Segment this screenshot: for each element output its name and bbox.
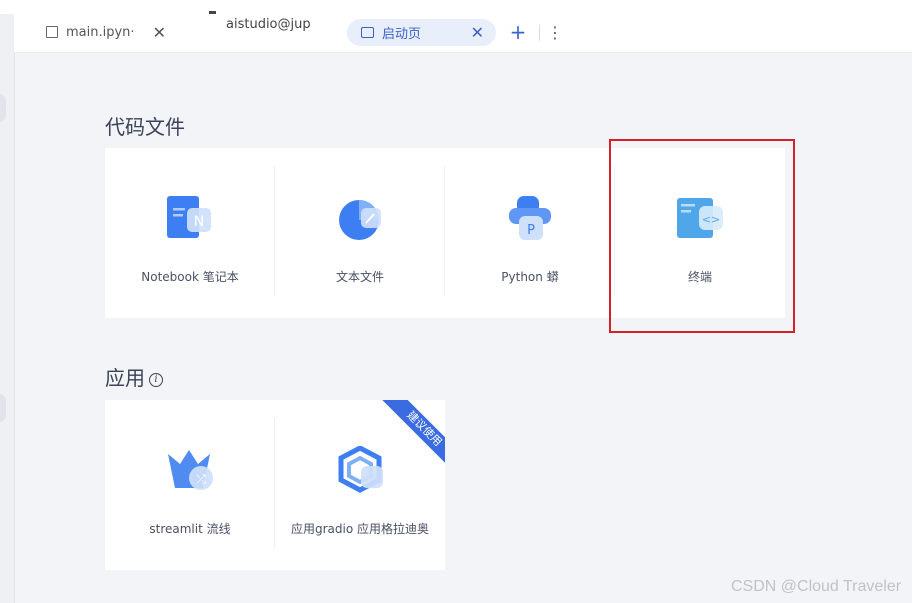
recommended-ribbon: 建议使用 (375, 400, 445, 470)
item-label: Notebook 笔记本 (141, 270, 239, 284)
apps-card: ⤮ streamlit 流线 应用gradio 应用格拉迪奥 建议使用 (105, 400, 445, 570)
tab-label: aistudio@jup (226, 16, 311, 32)
item-label: streamlit 流线 (149, 522, 231, 536)
apps-title: 应用 (105, 366, 145, 390)
tab-bar: main.ipyn··· ✕ aistudio@jup 启动页 ✕ + ⋮ (14, 14, 912, 53)
more-icon[interactable]: ⋮ (547, 22, 563, 44)
tab-label: 启动页 (382, 27, 422, 42)
close-icon[interactable]: ✕ (153, 23, 166, 42)
add-tab-button[interactable]: + (508, 21, 528, 43)
svg-text:N: N (194, 214, 204, 230)
notebook-tab-icon (46, 26, 58, 38)
launcher-item-notebook[interactable]: N Notebook 笔记本 (105, 148, 275, 318)
tab-notebook[interactable]: main.ipyn··· ✕ (46, 18, 166, 46)
section-title-code-files: 代码文件 (105, 115, 185, 139)
tab-terminal[interactable]: aistudio@jup (226, 10, 316, 38)
highlight-box (609, 139, 795, 333)
tab-label: main.ipyn··· (66, 24, 136, 40)
ribbon-label: 建议使用 (378, 400, 445, 470)
svg-text:P: P (527, 223, 535, 238)
text-file-icon (339, 200, 381, 240)
streamlit-icon: ⤮ (168, 450, 213, 490)
top-strip (0, 0, 912, 14)
svg-text:⤮: ⤮ (196, 472, 206, 486)
launcher-item-python[interactable]: P Python 蟒 (445, 148, 615, 318)
divider (539, 25, 540, 41)
sidebar-handle[interactable] (0, 394, 6, 422)
info-icon[interactable]: i (149, 372, 163, 387)
close-icon[interactable]: ✕ (471, 23, 484, 42)
left-sidebar (0, 14, 15, 603)
tab-launcher[interactable]: 启动页 ✕ (347, 19, 496, 46)
launcher-item-text-file[interactable]: 文本文件 (275, 148, 445, 318)
launcher-item-gradio[interactable]: 应用gradio 应用格拉迪奥 建议使用 (275, 400, 445, 570)
notebook-icon: N (167, 196, 211, 238)
launcher-tab-icon (361, 27, 374, 38)
section-title-apps: 应用 i (105, 362, 163, 391)
item-label: 文本文件 (335, 270, 384, 284)
watermark: CSDN @Cloud Traveler (731, 578, 902, 595)
item-label: 应用gradio 应用格拉迪奥 (290, 522, 429, 536)
item-label: Python 蟒 (501, 270, 559, 284)
python-icon: P (509, 196, 551, 240)
sidebar-handle[interactable] (0, 94, 6, 122)
launcher-item-streamlit[interactable]: ⤮ streamlit 流线 (105, 400, 275, 570)
